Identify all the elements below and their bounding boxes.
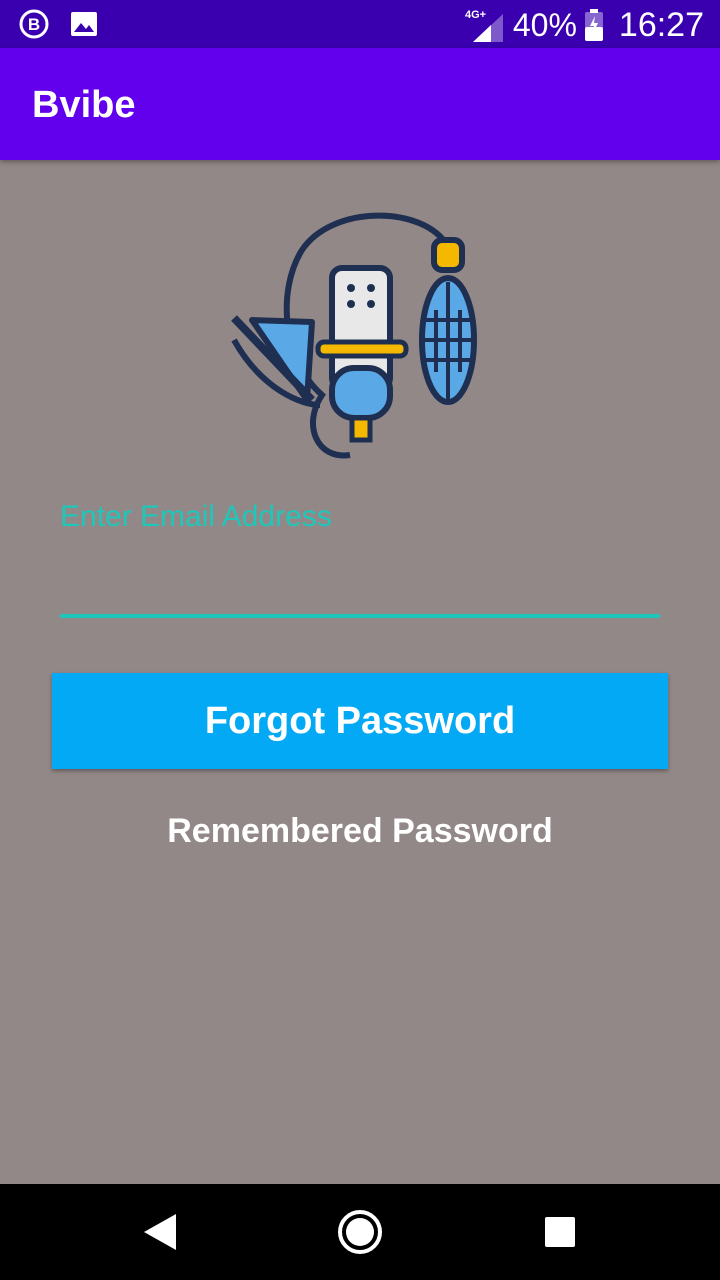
remembered-password-link[interactable]: Remembered Password bbox=[0, 812, 720, 851]
status-right: 4G+ 40% 16:27 bbox=[463, 5, 704, 45]
b-icon: B bbox=[19, 9, 49, 39]
recents-icon[interactable] bbox=[536, 1208, 584, 1256]
image-icon bbox=[71, 12, 97, 36]
signal-icon: 4G+ bbox=[465, 9, 503, 42]
microphone-logo-icon bbox=[231, 212, 477, 459]
clock: 16:27 bbox=[618, 6, 704, 44]
app-bar: Bvibe bbox=[0, 48, 720, 160]
nav-bar bbox=[0, 1184, 720, 1280]
status-bar: B 4G+ 40% 16:27 bbox=[0, 0, 720, 48]
battery-icon bbox=[584, 9, 603, 41]
app-title: Bvibe bbox=[32, 84, 136, 126]
status-left-icons: B bbox=[18, 8, 100, 40]
network-label: 4G+ bbox=[465, 9, 486, 21]
back-icon[interactable] bbox=[136, 1208, 184, 1256]
email-placeholder: Enter Email Address bbox=[60, 500, 332, 533]
email-underline bbox=[60, 614, 660, 618]
email-field[interactable] bbox=[60, 545, 664, 611]
svg-text:B: B bbox=[28, 15, 40, 34]
home-icon[interactable] bbox=[336, 1208, 384, 1256]
battery-percent: 40% bbox=[512, 7, 577, 43]
forgot-password-button[interactable]: Forgot Password bbox=[52, 673, 668, 769]
